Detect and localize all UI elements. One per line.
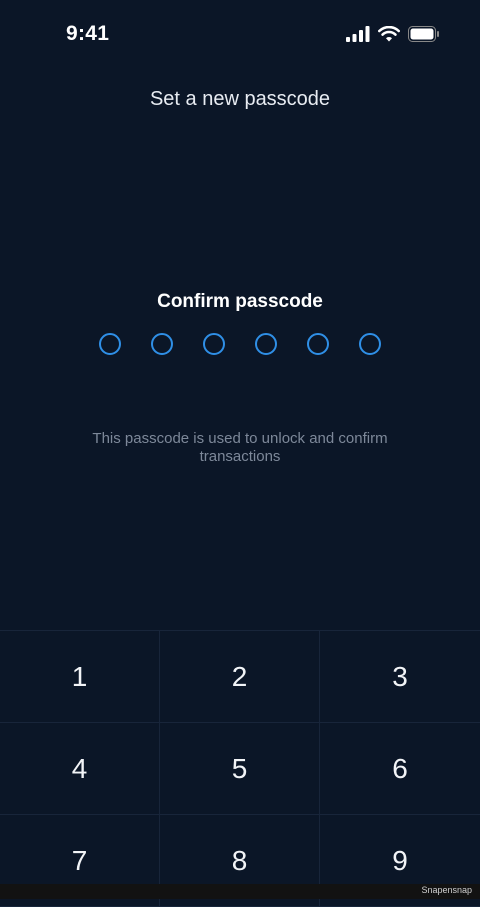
keypad-key-5[interactable]: 5	[160, 723, 320, 815]
status-icons	[346, 25, 440, 47]
battery-icon	[408, 26, 440, 47]
keypad-key-2[interactable]: 2	[160, 631, 320, 723]
keypad-key-4[interactable]: 4	[0, 723, 160, 815]
signal-icon	[346, 26, 370, 47]
page-title: Set a new passcode	[149, 88, 331, 110]
wifi-icon	[378, 25, 400, 47]
passcode-dot	[359, 333, 381, 355]
keypad-key-3[interactable]: 3	[320, 631, 480, 723]
passcode-dot	[99, 333, 121, 355]
passcode-dot	[255, 333, 277, 355]
status-bar: 9:41	[0, 0, 480, 70]
keypad-key-6[interactable]: 6	[320, 723, 480, 815]
status-time: 9:41	[66, 22, 110, 45]
numeric-keypad: 1 2 3 4 5 6 7 8 9	[0, 630, 480, 907]
watermark: Snapensnap	[421, 885, 472, 895]
passcode-dot	[151, 333, 173, 355]
passcode-dots	[0, 333, 480, 355]
passcode-hint: This passcode is used to unlock and conf…	[92, 430, 388, 465]
keypad-key-1[interactable]: 1	[0, 631, 160, 723]
bottom-strip: Snapensnap	[0, 884, 480, 899]
passcode-dot	[203, 333, 225, 355]
confirm-passcode-label: Confirm passcode	[157, 291, 323, 312]
passcode-dot	[307, 333, 329, 355]
